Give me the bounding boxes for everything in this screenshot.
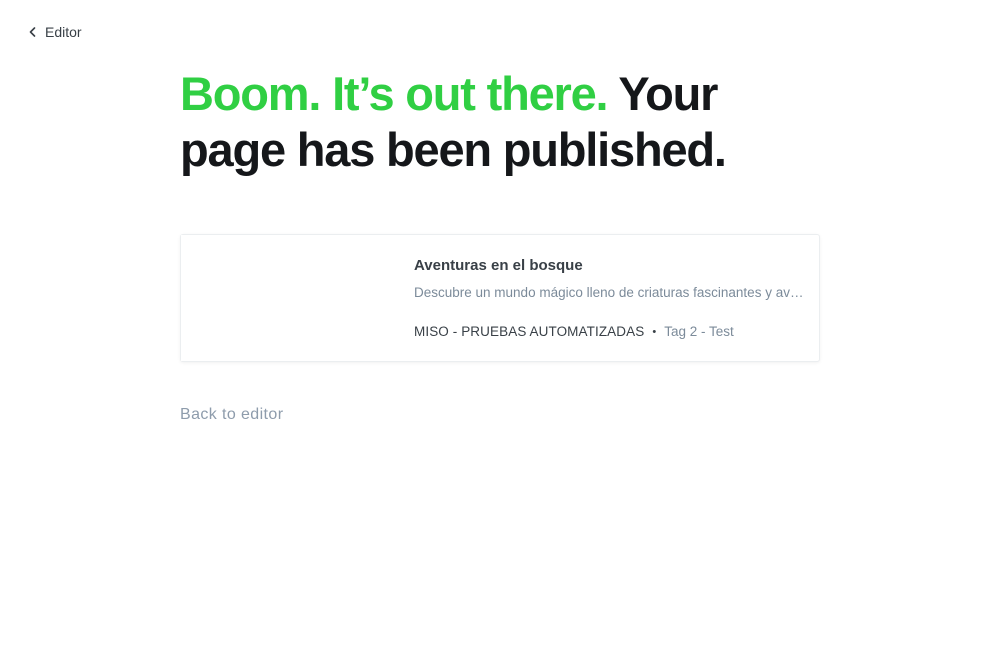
chevron-left-icon bbox=[28, 26, 37, 38]
publish-confirmation-page: Editor Boom. It’s out there. Your page h… bbox=[0, 0, 1000, 660]
headline-accent: Boom. It’s out there. bbox=[180, 67, 609, 120]
post-excerpt: Descubre un mundo mágico lleno de criatu… bbox=[414, 285, 804, 300]
post-tags: Tag 2 - Test bbox=[664, 324, 734, 339]
post-meta: MISO - PRUEBAS AUTOMATIZADAS • Tag 2 - T… bbox=[414, 323, 804, 341]
meta-separator: • bbox=[652, 326, 657, 338]
post-feature-image bbox=[181, 235, 395, 361]
site-name: MISO - PRUEBAS AUTOMATIZADAS bbox=[414, 324, 645, 339]
published-post-card[interactable]: Aventuras en el bosque Descubre un mundo… bbox=[180, 234, 820, 362]
publish-headline: Boom. It’s out there. Your page has been… bbox=[180, 66, 820, 178]
post-title: Aventuras en el bosque bbox=[414, 257, 583, 274]
back-to-editor-nav[interactable]: Editor bbox=[28, 22, 82, 42]
back-to-editor-button[interactable]: Back to editor bbox=[180, 406, 283, 424]
post-card-body: Aventuras en el bosque Descubre un mundo… bbox=[414, 257, 804, 341]
back-nav-label: Editor bbox=[45, 24, 82, 40]
